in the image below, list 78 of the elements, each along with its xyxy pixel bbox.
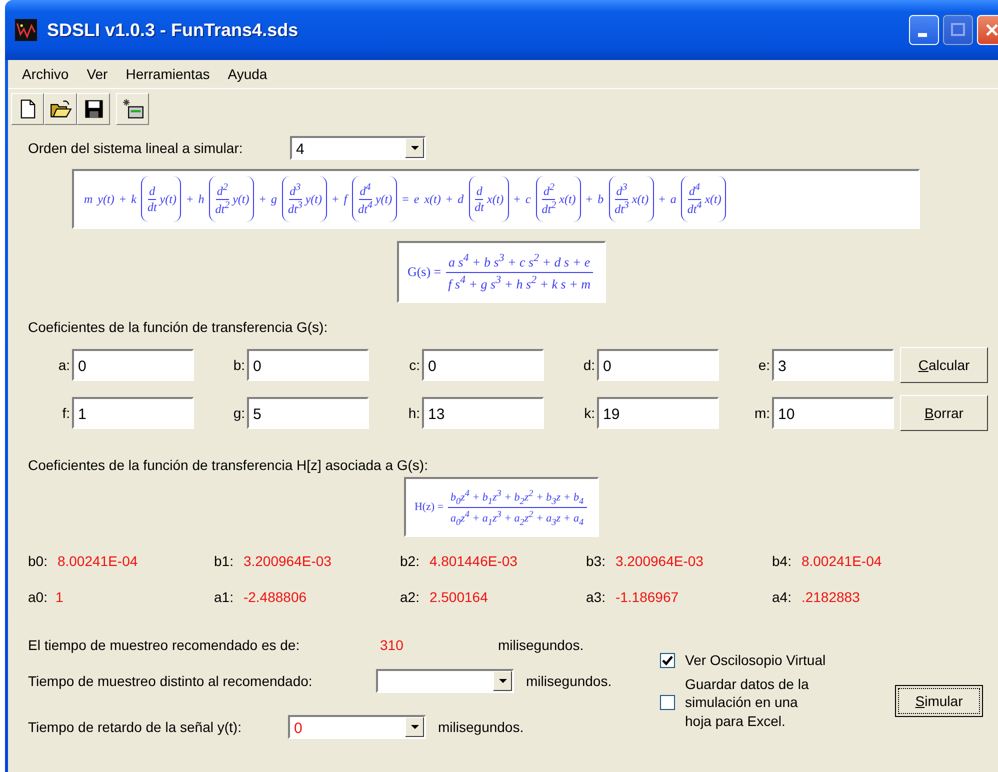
save-button[interactable]	[77, 93, 110, 125]
open-button[interactable]	[44, 93, 77, 125]
coefficient-value: 8.00241E-04	[801, 553, 882, 569]
coefficient-value: 2.500164	[429, 589, 488, 605]
recommended-time-label: El tiempo de muestreo recomendado es de:	[28, 637, 301, 653]
coefficient-value: 3.200964E-03	[615, 553, 704, 569]
spark-screen-icon	[122, 98, 144, 120]
coefficient-label: a:	[57, 357, 71, 373]
coefficient-field[interactable]: 5	[247, 397, 369, 429]
coefficient-label: b2:	[400, 553, 420, 569]
coefficient-label: b1:	[214, 553, 234, 569]
coefficient-label: d:	[582, 357, 596, 373]
coefficient-field[interactable]: 0	[247, 349, 369, 381]
coefficient-label: k:	[583, 405, 596, 421]
action-button[interactable]: Borrar	[900, 395, 988, 431]
checkbox[interactable]	[660, 652, 675, 668]
coefficient-value: 8.00241E-04	[57, 553, 138, 569]
coefficient-label: a1:	[214, 589, 234, 605]
unit-label: milisegundos.	[526, 673, 612, 689]
coefficient-value: -2.488806	[243, 589, 307, 605]
menu-item[interactable]: Ver	[86, 66, 108, 82]
folder-icon	[50, 98, 72, 120]
coefficient-value: .2182883	[801, 589, 860, 605]
coefficient-field[interactable]: 13	[422, 397, 544, 429]
custom-time-label: Tiempo de muestreo distinto al recomendado:	[28, 673, 314, 689]
section-label: Coeficientes de la función de transferencia G(s):	[28, 319, 329, 335]
simulation-button[interactable]	[116, 93, 149, 125]
transfer-function-formula: H(z) = b$_{0}$z$^{4}$ + b$_{1}$z$^{3}$ + b$_{2}$z$^{2}$ + b$_{3}$z + b$_{4}$ a$_{0}$z$^{4}$ + a$_{1}$z$^{3}$ + a$_{2}$z$^{2}$ + a$_{3}$z + a$_{4}$	[404, 477, 599, 537]
order-label: Orden del sistema lineal a simular:	[28, 140, 244, 156]
coefficient-value: 4.801446E-03	[429, 553, 518, 569]
delay-time-label: Tiempo de retardo de la señal y(t):	[28, 719, 242, 735]
coefficient-value: -1.186967	[615, 589, 679, 605]
section-label: Coeficientes de la función de transferencia H[z] asociada a G(s):	[28, 457, 429, 473]
custom-time-dropdown[interactable]	[376, 669, 514, 693]
app-icon	[15, 19, 37, 41]
coefficient-field[interactable]: 0	[422, 349, 544, 381]
coefficient-field[interactable]: 3	[772, 349, 894, 381]
menu-item[interactable]: Herramientas	[126, 66, 210, 82]
maximize-button[interactable]	[943, 15, 973, 45]
coefficient-label: b0:	[28, 553, 48, 569]
checkbox-label: Guardar datos de la simulación en una hoja para Excel.	[685, 675, 810, 730]
menu-item[interactable]: Ayuda	[228, 66, 268, 82]
coefficient-label: m:	[753, 405, 771, 421]
coefficient-field[interactable]: 10	[772, 397, 894, 429]
coefficient-label: g:	[232, 405, 246, 421]
coefficient-field[interactable]: 1	[72, 397, 194, 429]
coefficient-label: a3:	[586, 589, 606, 605]
coefficient-label: f:	[61, 405, 71, 421]
coefficient-value: 3.200964E-03	[243, 553, 332, 569]
new-file-button[interactable]	[11, 93, 44, 125]
unit-label: milisegundos.	[438, 719, 524, 735]
coefficient-label: e:	[757, 357, 771, 373]
coefficient-label: b4:	[772, 553, 792, 569]
coefficient-label: c:	[408, 357, 421, 373]
window-title: SDSLI v1.0.3 - FunTrans4.sds	[47, 20, 300, 40]
delay-time-dropdown[interactable]: 0	[288, 715, 426, 739]
coefficient-label: b3:	[586, 553, 606, 569]
coefficient-field[interactable]: 0	[597, 349, 719, 381]
checkbox-label: Ver Oscilosopio Virtual	[685, 651, 827, 670]
recommended-time-value: 310	[380, 637, 404, 653]
transfer-function-formula: G(s) = a s$^{4}$ + b s$^{3}$ + c s$^{2}$ + d s + e f s$^{4}$ + g s$^{3}$ + h s$^{2}$ + k s + m	[397, 241, 606, 303]
minimize-icon	[918, 33, 927, 37]
coefficient-field[interactable]: 0	[72, 349, 194, 381]
coefficient-label: a0:	[28, 589, 48, 605]
coefficient-field[interactable]: 19	[597, 397, 719, 429]
coefficient-value: 1	[55, 589, 64, 605]
order-dropdown[interactable]: 4	[290, 136, 426, 160]
coefficient-label: a2:	[400, 589, 420, 605]
coefficient-label: b:	[232, 357, 246, 373]
close-button[interactable]	[977, 15, 998, 45]
coefficient-label: a4:	[772, 589, 792, 605]
unit-label: milisegundos.	[498, 637, 584, 653]
coefficient-label: h:	[407, 405, 421, 421]
simulate-button[interactable]: Simular	[895, 685, 983, 717]
minimize-button[interactable]	[909, 15, 939, 45]
checkbox[interactable]	[660, 694, 675, 710]
action-button[interactable]: Calcular	[900, 347, 988, 383]
menu-item[interactable]: Archivo	[22, 66, 69, 82]
